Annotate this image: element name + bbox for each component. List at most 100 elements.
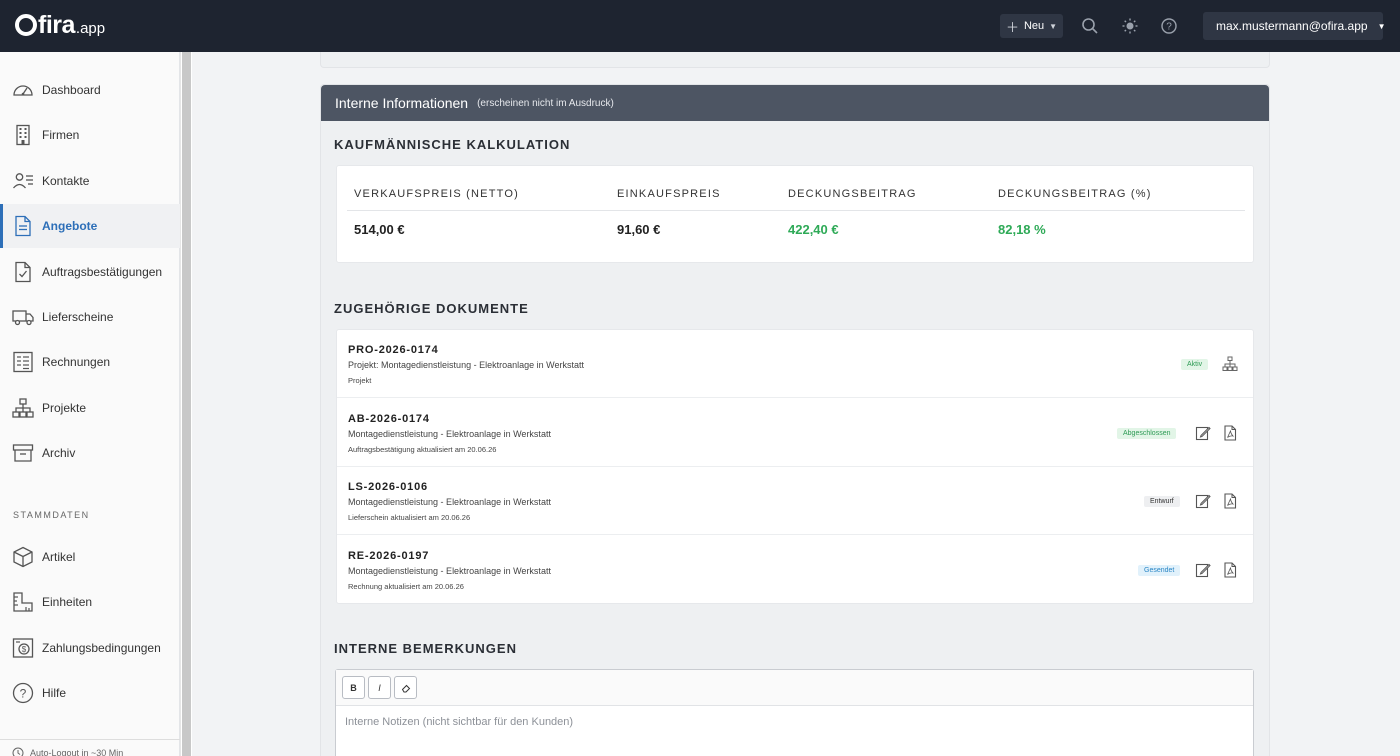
bold-button[interactable]: B	[342, 676, 365, 699]
sidebar-item-firmen[interactable]: Firmen	[0, 113, 180, 157]
sidebar-item-label: Hilfe	[42, 686, 67, 700]
document-meta: Rechnung aktualisiert am 20.06.26	[348, 582, 464, 591]
sidebar-item-rechnungen[interactable]: Rechnungen	[0, 340, 180, 384]
sidebar-item-label: Firmen	[42, 128, 80, 142]
panel-title: Interne Informationen	[335, 95, 469, 111]
auto-logout-info: Auto-Logout in ~30 Min	[0, 739, 180, 756]
user-email: max.mustermann@ofira.app	[1216, 19, 1368, 33]
sidebar-item-archiv[interactable]: Archiv	[0, 431, 180, 475]
document-meta: Projekt	[348, 376, 372, 385]
plus-icon: ＋	[1005, 19, 1019, 35]
sidebar-item-label: Auftragsbestätigungen	[42, 265, 163, 279]
sidebar-scrollbar[interactable]	[180, 52, 192, 756]
archive-icon	[12, 444, 34, 462]
sidebar-item-label: Projekte	[42, 401, 87, 415]
edit-icon[interactable]	[1195, 425, 1211, 441]
sidebar-item-dashboard[interactable]: Dashboard	[0, 68, 180, 112]
document-description: Projekt: Montagedienstleistung - Elektro…	[348, 360, 584, 370]
document-check-icon	[15, 261, 31, 283]
sidebar-item-label: Kontakte	[42, 174, 90, 188]
sidebar-item-angebote[interactable]: Angebote	[0, 204, 180, 248]
status-badge: Aktiv	[1181, 359, 1209, 370]
documents-title: ZUGEHÖRIGE DOKUMENTE	[334, 301, 529, 316]
calc-header-purchase-price: EINKAUFSPREIS	[617, 188, 721, 200]
document-row[interactable]: RE-2026-0197 Montagedienstleistung - Ele…	[337, 536, 1253, 604]
sidebar: Dashboard Firmen Kontakte Angebote Auftr…	[0, 52, 180, 756]
status-badge: Gesendet	[1138, 565, 1181, 576]
remarks-editor[interactable]: B I Interne Notizen (nicht sichtbar für …	[335, 669, 1254, 756]
sidebar-item-projekte[interactable]: Projekte	[0, 386, 180, 430]
hierarchy-icon	[12, 398, 34, 418]
svg-text:?: ?	[20, 687, 27, 701]
sidebar-item-lieferscheine[interactable]: Lieferscheine	[0, 295, 180, 339]
pdf-icon[interactable]	[1222, 425, 1238, 441]
document-code[interactable]: PRO-2026-0174	[348, 344, 439, 356]
panel-header: Interne Informationen (erscheinen nicht …	[321, 85, 1269, 121]
invoice-icon	[13, 351, 33, 373]
sidebar-item-label: Artikel	[42, 550, 76, 564]
status-badge: Abgeschlossen	[1117, 428, 1177, 439]
section-label-stammdaten: STAMMDATEN	[13, 510, 90, 520]
document-row[interactable]: PRO-2026-0174 Projekt: Montagedienstleis…	[337, 330, 1253, 398]
edit-icon[interactable]	[1195, 562, 1211, 578]
italic-button[interactable]: I	[368, 676, 391, 699]
sidebar-item-label: Zahlungsbedingungen	[42, 641, 161, 655]
document-row[interactable]: AB-2026-0174 Montagedienstleistung - Ele…	[337, 399, 1253, 467]
document-code[interactable]: RE-2026-0197	[348, 550, 429, 562]
document-description: Montagedienstleistung - Elektroanlage in…	[348, 429, 551, 439]
caret-down-icon: ▼	[1049, 21, 1058, 31]
dashboard-icon	[13, 85, 33, 96]
search-icon[interactable]	[1081, 17, 1099, 35]
sidebar-item-label: Angebote	[42, 219, 98, 233]
eraser-icon	[401, 684, 410, 692]
bold-label: B	[350, 682, 357, 693]
svg-text:?: ?	[1166, 22, 1172, 33]
new-button[interactable]: ＋ Neu ▼	[1000, 14, 1063, 38]
calc-divider	[347, 210, 1245, 211]
project-structure-icon[interactable]	[1222, 356, 1238, 372]
status-badge: Entwurf	[1144, 496, 1180, 507]
pdf-icon[interactable]	[1222, 493, 1238, 509]
brightness-icon[interactable]	[1121, 17, 1139, 35]
edit-icon[interactable]	[1195, 493, 1211, 509]
sidebar-item-label: Rechnungen	[42, 355, 111, 369]
document-code[interactable]: AB-2026-0174	[348, 413, 430, 425]
app-logo[interactable]: fira .app	[15, 11, 105, 40]
help-icon: ?	[12, 682, 34, 704]
truck-icon	[12, 310, 34, 326]
sidebar-item-hilfe[interactable]: ? Hilfe	[0, 671, 180, 715]
calc-header-contribution: DECKUNGSBEITRAG	[788, 188, 917, 200]
panel-subtitle: (erscheinen nicht im Ausdruck)	[477, 97, 614, 109]
sidebar-item-auftragsbestaetigungen[interactable]: Auftragsbestätigungen	[0, 250, 180, 294]
calc-value-sales-price: 514,00 €	[354, 222, 405, 237]
remarks-title: INTERNE BEMERKUNGEN	[334, 641, 517, 656]
pdf-icon[interactable]	[1222, 562, 1238, 578]
sidebar-item-label: Lieferscheine	[42, 310, 114, 324]
help-circle-icon[interactable]: ?	[1160, 17, 1178, 35]
user-menu-button[interactable]: max.mustermann@ofira.app ▼	[1203, 12, 1386, 40]
logo-suffix: .app	[75, 20, 106, 37]
new-button-label: Neu	[1023, 20, 1045, 32]
document-row[interactable]: LS-2026-0106 Montagedienstleistung - Ele…	[337, 467, 1253, 535]
logo-ring-icon	[15, 14, 37, 36]
document-icon	[15, 215, 31, 237]
sidebar-item-label: Archiv	[42, 446, 76, 460]
building-icon	[16, 124, 30, 146]
scrollbar-thumb[interactable]	[182, 52, 191, 756]
svg-text:$: $	[22, 645, 27, 654]
payment-icon: $	[12, 638, 34, 658]
contacts-icon	[13, 173, 33, 189]
sidebar-item-zahlungsbedingungen[interactable]: $ Zahlungsbedingungen	[0, 626, 180, 670]
remarks-textarea[interactable]: Interne Notizen (nicht sichtbar für den …	[345, 716, 573, 728]
sidebar-item-einheiten[interactable]: Einheiten	[0, 580, 180, 624]
sidebar-item-artikel[interactable]: Artikel	[0, 535, 180, 579]
document-code[interactable]: LS-2026-0106	[348, 481, 428, 493]
caret-down-icon: ▼	[1377, 21, 1386, 31]
ruler-icon	[13, 592, 33, 612]
document-meta: Auftragsbestätigung aktualisiert am 20.0…	[348, 445, 497, 454]
calc-header-contribution-percent: DECKUNGSBEITRAG (%)	[998, 188, 1152, 200]
clear-format-button[interactable]	[394, 676, 417, 699]
document-meta: Lieferschein aktualisiert am 20.06.26	[348, 513, 471, 522]
logo-text: fira	[38, 11, 75, 39]
sidebar-item-kontakte[interactable]: Kontakte	[0, 159, 180, 203]
